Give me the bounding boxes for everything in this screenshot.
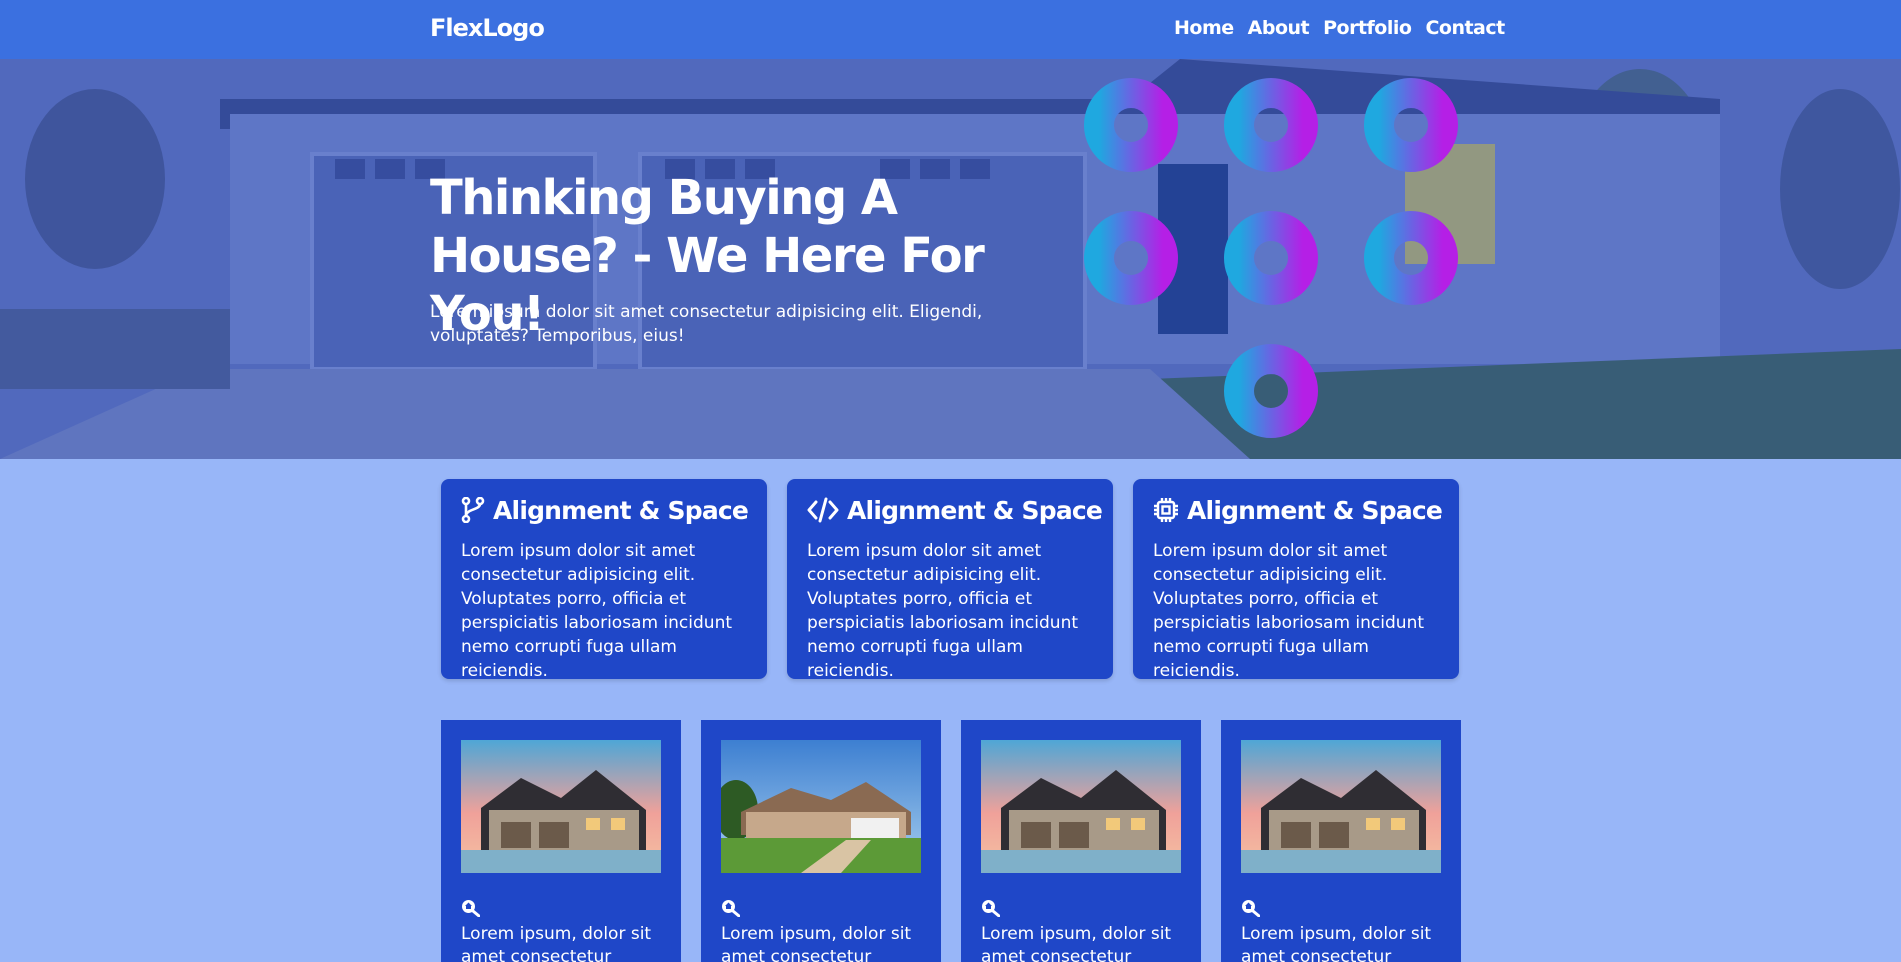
- nav-link-about[interactable]: About: [1248, 17, 1310, 39]
- zoom-icon-wrapper: [1241, 899, 1441, 918]
- feature-card-header: Alignment & Space: [461, 495, 749, 525]
- portfolio-item[interactable]: Lorem ipsum, dolor sit amet consectetur: [1221, 720, 1461, 962]
- house-photo: [461, 740, 661, 873]
- house-photo: [1241, 740, 1441, 873]
- zoom-icon-wrapper: [721, 899, 921, 918]
- portfolio-item-text: Lorem ipsum, dolor sit amet consectetur: [721, 924, 912, 962]
- nav-link-contact[interactable]: Contact: [1425, 17, 1505, 39]
- nav-link-portfolio[interactable]: Portfolio: [1323, 17, 1412, 39]
- ring-shape: [1084, 211, 1178, 305]
- ring-shape: [1224, 211, 1318, 305]
- code-icon: [807, 497, 839, 523]
- feature-card-title: Alignment & Space: [847, 495, 1103, 525]
- cpu-chip-icon: [1154, 498, 1178, 522]
- portfolio-grid: Lorem ipsum, dolor sit amet consectetur …: [441, 720, 1461, 962]
- ring-shape: [1084, 78, 1178, 172]
- zoom-icon-wrapper: [981, 899, 1181, 918]
- main-menu: Home About Portfolio Contact: [1174, 17, 1505, 39]
- feature-card-text: Lorem ipsum dolor sit amet consectetur a…: [807, 541, 1079, 681]
- search-house-icon[interactable]: [981, 899, 1001, 918]
- search-house-icon[interactable]: [461, 899, 481, 918]
- decorative-rings: [1084, 78, 1458, 438]
- feature-card: Alignment & Space Lorem ipsum dolor sit …: [1133, 479, 1459, 681]
- ring-shape: [1364, 78, 1458, 172]
- feature-card: Alignment & Space Lorem ipsum dolor sit …: [441, 479, 767, 681]
- portfolio-item-text: Lorem ipsum, dolor sit amet consectetur: [1241, 924, 1432, 962]
- ring-shape: [1224, 78, 1318, 172]
- feature-card: Alignment & Space Lorem ipsum dolor sit …: [787, 479, 1113, 681]
- feature-card-title: Alignment & Space: [1187, 495, 1443, 525]
- portfolio-item[interactable]: Lorem ipsum, dolor sit amet consectetur: [441, 720, 681, 962]
- portfolio-item-text: Lorem ipsum, dolor sit amet consectetur: [981, 924, 1172, 962]
- git-branch-icon: [461, 497, 485, 523]
- feature-card-text: Lorem ipsum dolor sit amet consectetur a…: [1153, 541, 1425, 681]
- site-logo[interactable]: FlexLogo: [430, 14, 545, 42]
- search-house-icon[interactable]: [1241, 899, 1261, 918]
- house-photo: [714, 740, 921, 873]
- features-section: Alignment & Space Lorem ipsum dolor sit …: [441, 479, 1459, 681]
- portfolio-item[interactable]: Lorem ipsum, dolor sit amet consectetur: [701, 720, 941, 962]
- nav-link-home[interactable]: Home: [1174, 17, 1234, 39]
- feature-card-header: Alignment & Space: [807, 495, 1103, 525]
- feature-card-title: Alignment & Space: [493, 495, 749, 525]
- zoom-icon-wrapper: [461, 899, 661, 918]
- top-navbar: FlexLogo Home About Portfolio Contact: [0, 0, 1901, 59]
- feature-card-text: Lorem ipsum dolor sit amet consectetur a…: [461, 541, 733, 681]
- ring-shape: [1364, 211, 1458, 305]
- portfolio-item[interactable]: Lorem ipsum, dolor sit amet consectetur: [961, 720, 1201, 962]
- search-house-icon[interactable]: [721, 899, 741, 918]
- hero-section: Thinking Buying A House? - We Here For Y…: [0, 59, 1901, 459]
- feature-card-header: Alignment & Space: [1153, 495, 1443, 525]
- ring-shape: [1224, 344, 1318, 438]
- house-photo: [981, 740, 1181, 873]
- portfolio-item-text: Lorem ipsum, dolor sit amet consectetur: [461, 924, 652, 962]
